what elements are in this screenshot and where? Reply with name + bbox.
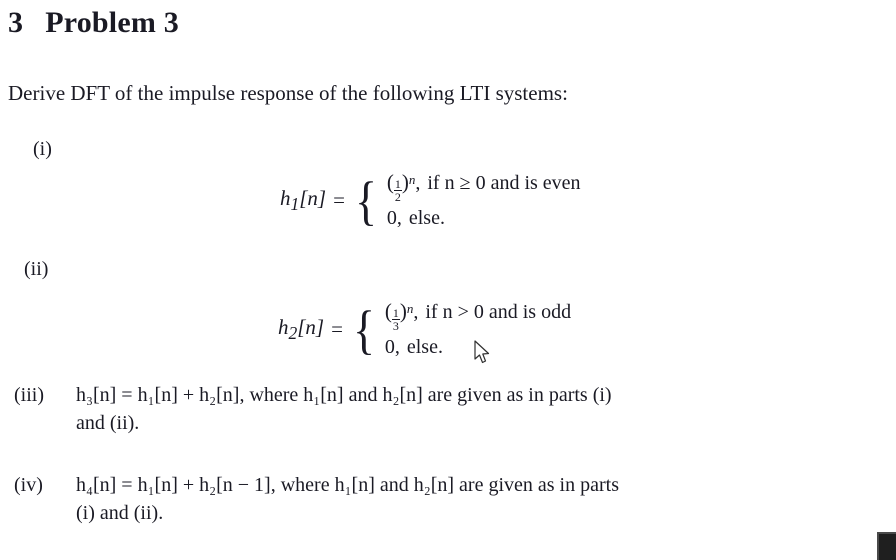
- h1-condition-2: else.: [408, 207, 445, 230]
- part-marker-iii: (iii): [14, 384, 44, 406]
- h1-paren-close: ): [401, 170, 409, 194]
- section-number: 3: [8, 6, 24, 39]
- h2-paren-open: (: [384, 299, 392, 323]
- h2-case2-value: 0,: [384, 336, 400, 359]
- part-iii-line-2: and (ii).: [76, 412, 140, 435]
- h1-exponent: n: [408, 172, 416, 187]
- h2-bracket: [n]: [297, 314, 325, 339]
- part-iii-line-1: h₃[n] = h₁[n] + h₂[n], where h₁[n] and h…: [76, 384, 612, 406]
- part-iv-line-2: (i) and (ii).: [76, 502, 164, 525]
- document-page: 3 Problem 3 Derive DFT of the impulse res…: [0, 0, 896, 560]
- case-row-2-h2: 0, else.: [385, 333, 571, 361]
- intro-paragraph: Derive DFT of the impulse response of th…: [8, 81, 568, 105]
- equation-h1: h1[n] = { (1 2) n, if n ≥ 0 and is even 0,…: [280, 168, 581, 233]
- case-row-1-h1: (1 2) n, if n ≥ 0 and is even: [387, 168, 581, 204]
- h1-fraction: 12: [393, 177, 402, 205]
- h1-fraction-denominator: 2: [393, 190, 402, 205]
- part-item-iv: (iv) h₄[n] = h₁[n] + h₂[n − 1], where h₁…: [14, 471, 894, 528]
- part-marker-iv: (iv): [14, 474, 43, 496]
- part-label-i: (i): [33, 138, 52, 160]
- h2-fraction-denominator: 3: [391, 319, 400, 334]
- h2-paren-close: ): [399, 299, 407, 323]
- case-row-2-h1: 0, else.: [387, 204, 581, 232]
- h2-exponent: n: [406, 301, 414, 316]
- h1-bracket: [n]: [299, 185, 327, 210]
- corner-artifact: [877, 532, 896, 560]
- h1-subscript: 1: [290, 194, 300, 215]
- h2-fraction: 13: [391, 306, 400, 334]
- page-title: 3 Problem 3: [8, 6, 179, 39]
- h2-subscript: 2: [288, 323, 298, 344]
- equation-h1-lhs: h1[n]: [280, 186, 326, 215]
- part-label-ii: (ii): [24, 258, 49, 280]
- h1-comma: ,: [415, 172, 421, 194]
- h2-comma: ,: [413, 301, 419, 323]
- equation-h2: h2[n] = { (1 3) n, if n > 0 and is odd 0, …: [278, 297, 572, 362]
- equals-sign-h2: =: [331, 316, 343, 341]
- cases-block-h1: (1 2) n, if n ≥ 0 and is even 0, else.: [387, 168, 581, 233]
- h1-paren-open: (: [386, 170, 394, 194]
- cases-block-h2: (1 3) n, if n > 0 and is odd 0, else.: [385, 297, 571, 362]
- h2-condition-1: if n > 0 and is odd: [425, 301, 572, 323]
- h1-condition-1: if n ≥ 0 and is even: [427, 172, 581, 194]
- section-title: Problem 3: [45, 6, 179, 39]
- part-item-iii: (iii) h₃[n] = h₁[n] + h₂[n], where h₁[n]…: [14, 381, 894, 438]
- h1-symbol: h: [280, 185, 291, 210]
- part-iv-line-1: h₄[n] = h₁[n] + h₂[n − 1], where h₁[n] a…: [76, 474, 619, 496]
- h2-fraction-numerator: 1: [392, 306, 399, 320]
- h2-condition-2: else.: [406, 336, 443, 359]
- equation-h2-lhs: h2[n]: [278, 315, 324, 344]
- h1-fraction-numerator: 1: [394, 177, 401, 191]
- equals-sign-h1: =: [333, 187, 345, 212]
- case-row-1-h2: (1 3) n, if n > 0 and is odd: [385, 297, 571, 333]
- h2-symbol: h: [278, 314, 289, 339]
- h1-case2-value: 0,: [386, 207, 402, 230]
